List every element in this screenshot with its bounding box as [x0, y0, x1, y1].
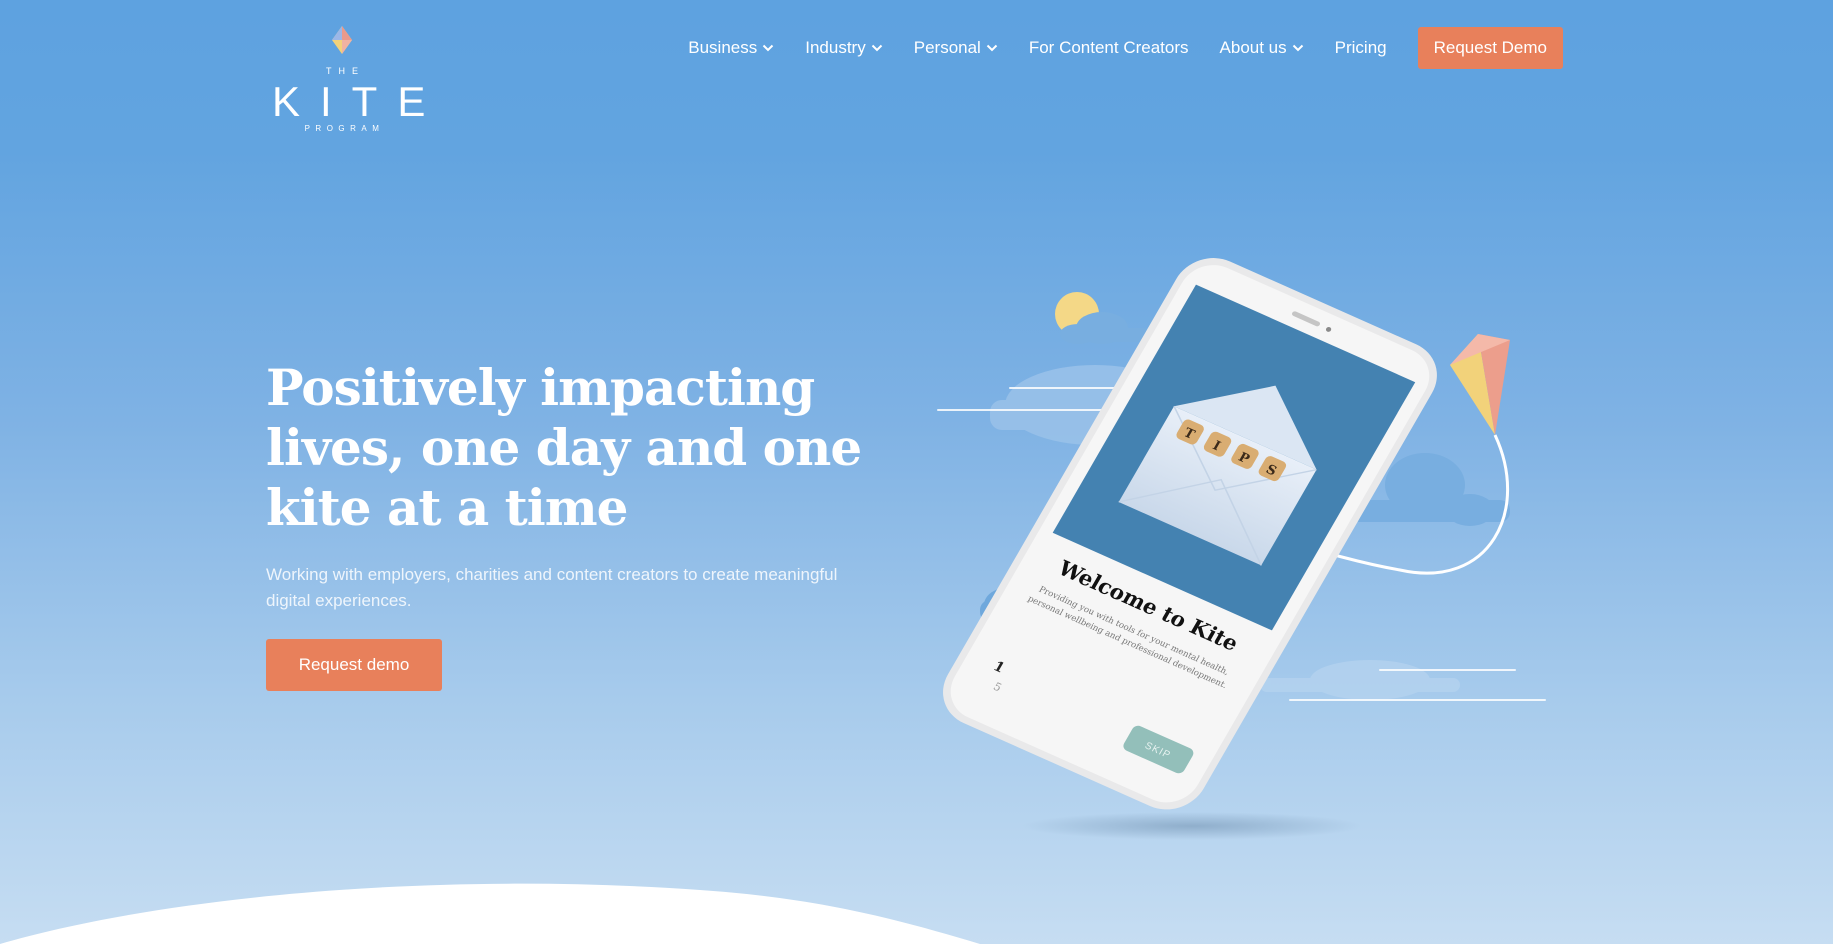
- chevron-down-icon: [1292, 44, 1303, 52]
- bottom-wave: [0, 883, 980, 944]
- nav-item-about-us[interactable]: About us: [1220, 38, 1304, 58]
- logo-text-program: PROGRAM: [304, 124, 385, 133]
- cloud-icon: [1260, 660, 1460, 700]
- nav-item-business[interactable]: Business: [688, 38, 774, 58]
- nav-label: Industry: [805, 38, 866, 57]
- phone-mockup: T I P S Welcome to Kite Providing you wi…: [943, 258, 1437, 810]
- nav-label: Personal: [913, 38, 981, 57]
- nav-label: Business: [688, 38, 758, 57]
- nav-item-pricing[interactable]: Pricing: [1335, 38, 1387, 58]
- nav-item-personal[interactable]: Personal: [914, 38, 998, 58]
- request-demo-hero-button[interactable]: Request demo: [266, 639, 442, 691]
- nav-item-industry[interactable]: Industry: [805, 38, 882, 58]
- hero-illustration: T I P S Welcome to Kite Providing you wi…: [937, 258, 1546, 840]
- main-nav: Business Industry Personal For Content C…: [657, 27, 1563, 69]
- nav-label: About us: [1219, 38, 1287, 57]
- nav-label: Pricing: [1334, 38, 1387, 57]
- phone-shadow: [1022, 812, 1362, 840]
- hero-title: Positively impacting lives, one day and …: [266, 358, 862, 537]
- site-logo[interactable]: THE KITE PROGRAM: [266, 24, 446, 136]
- nav-label: For Content Creators: [1028, 38, 1189, 57]
- chevron-down-icon: [871, 44, 882, 52]
- hero-subtitle: Working with employers, charities and co…: [266, 565, 838, 610]
- chevron-down-icon: [986, 44, 998, 52]
- nav-item-content-creators[interactable]: For Content Creators: [1029, 38, 1189, 58]
- kite-logo-icon: [332, 26, 352, 54]
- chevron-down-icon: [763, 44, 774, 52]
- logo-text-the: THE: [326, 66, 365, 76]
- request-demo-nav-button[interactable]: Request Demo: [1417, 27, 1563, 69]
- logo-text-kite: KITE: [272, 78, 446, 125]
